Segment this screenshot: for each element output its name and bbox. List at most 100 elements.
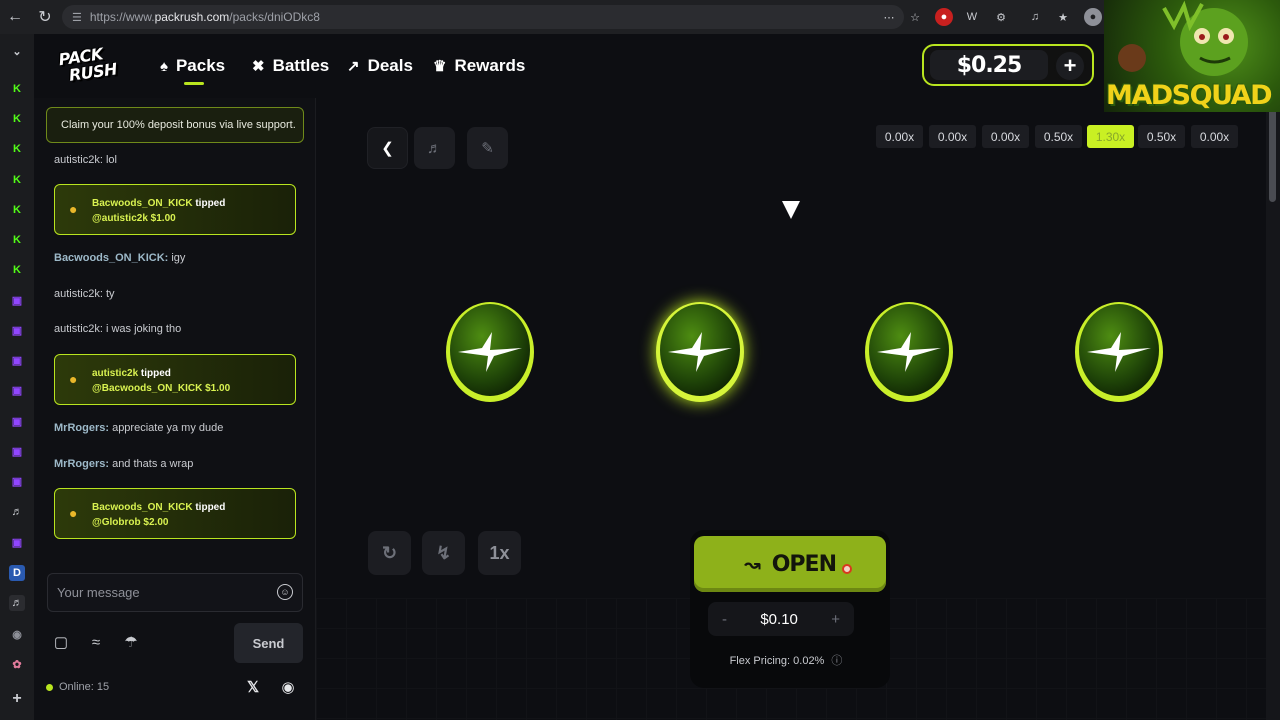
kick-icon[interactable]: K [9, 202, 25, 218]
chat-message: autistic2k: lol [54, 154, 117, 166]
flex-pricing-info: Flex Pricing: 0.02% ⓘ [690, 652, 882, 668]
nav-rewards[interactable]: ♛ Rewards [433, 54, 525, 78]
stream-overlay-logo: MADSQUAD [1104, 0, 1280, 112]
chat-username[interactable]: autistic2k: [54, 154, 103, 166]
x-twitter-icon[interactable]: 𝕏 [243, 677, 263, 697]
tip-verb: tipped [192, 502, 226, 513]
info-icon[interactable]: ⓘ [831, 655, 842, 667]
media-icon[interactable]: ♫ [1026, 8, 1044, 26]
globe-icon[interactable]: ◉ [9, 626, 25, 642]
deposit-button[interactable]: + [1054, 50, 1086, 82]
packrush-logo[interactable]: PACK RUSH [57, 41, 137, 91]
wallet-balance[interactable]: $0.25 [930, 50, 1048, 80]
twitch-icon[interactable]: ▣ [9, 443, 25, 459]
flower-icon[interactable]: ✿ [9, 656, 25, 672]
back-button[interactable]: ❮ [367, 127, 408, 169]
multiplier-chip: 0.00x [876, 125, 923, 148]
swords-icon: ✖ [252, 58, 265, 75]
add-icon[interactable]: + [9, 690, 25, 707]
twitch-icon[interactable]: ▣ [9, 534, 25, 550]
twitch-icon[interactable]: ▣ [9, 413, 25, 429]
tip-amount: $1.00 [147, 213, 176, 224]
umbrella-icon[interactable]: ☂ [121, 632, 141, 652]
chat-message-input[interactable]: Your message ☺ [47, 573, 303, 612]
instagram-icon[interactable]: ◉ [278, 677, 298, 697]
twitch-icon[interactable]: ▣ [9, 322, 25, 338]
fast-mode-lightning-icon[interactable]: ↯ [422, 531, 465, 575]
url-host: packrush.com [154, 10, 230, 24]
multiplier-chip: 0.50x [1035, 125, 1082, 148]
twitch-icon[interactable]: ▣ [9, 292, 25, 308]
chat-username[interactable]: autistic2k: [54, 323, 103, 335]
nav-battles[interactable]: ✖ Battles [252, 54, 329, 78]
kick-icon[interactable]: K [9, 141, 25, 157]
rain-tip-icon[interactable]: ≈ [86, 632, 106, 652]
speaker-icon[interactable]: ♬ [9, 504, 25, 520]
bookmark-star-icon[interactable]: ☆ [906, 8, 924, 26]
kick-icon[interactable]: K [9, 81, 25, 97]
edit-pencil-icon[interactable]: ✎ [467, 127, 508, 169]
top-navigation: PACK RUSH ♠ Packs ✖ Battles ↗ Deals ♛ Re… [34, 34, 1266, 98]
kick-icon[interactable]: K [9, 262, 25, 278]
favorites-icon[interactable]: ★ [1054, 8, 1072, 26]
chat-username[interactable]: MrRogers: [54, 422, 109, 434]
tip-line2: @Globrob $2.00 [92, 517, 168, 528]
lightning-bolt-icon: ↝ [743, 552, 761, 576]
nav-deals[interactable]: ↗ Deals [347, 54, 413, 78]
nav-rewards-label: Rewards [454, 56, 526, 75]
chat-username[interactable]: Bacwoods_ON_KICK: [54, 252, 168, 264]
extension-red-icon[interactable]: ● [935, 8, 953, 26]
quantity-multiplier-button[interactable]: 1x [478, 531, 521, 575]
chat-panel: Claim your 100% deposit bonus via live s… [34, 98, 316, 720]
speaker-icon[interactable]: ♬ [9, 595, 25, 611]
profile-avatar[interactable]: ● [1084, 8, 1102, 26]
tip-from: Bacwoods_ON_KICK [92, 198, 193, 209]
auto-spin-icon[interactable]: ↻ [368, 531, 411, 575]
chat-text: igy [168, 252, 186, 264]
twitch-icon[interactable]: ▣ [9, 473, 25, 489]
spin-pointer-icon [782, 201, 800, 219]
chat-message: MrRogers: and thats a wrap [54, 458, 193, 470]
lightning-coin-icon [861, 296, 957, 404]
kick-icon[interactable]: K [9, 111, 25, 127]
sound-toggle-icon[interactable]: ♬ [414, 127, 455, 169]
kick-icon[interactable]: K [9, 232, 25, 248]
tip-line2: @autistic2k $1.00 [92, 213, 176, 224]
twitch-icon[interactable]: ▣ [9, 352, 25, 368]
tip-verb: tipped [192, 198, 226, 209]
coins-icon: ● [69, 201, 78, 217]
extension-w-icon[interactable]: W [963, 8, 981, 26]
nav-packs[interactable]: ♠ Packs [160, 54, 225, 78]
more-options-icon[interactable]: ⋯ [880, 8, 898, 26]
open-pack-panel: ↝ OPEN - $0.10 + Flex Pricing: 0.02% ⓘ [690, 530, 890, 688]
tip-to: @Bacwoods_ON_KICK [92, 383, 203, 394]
chat-message: MrRogers: appreciate ya my dude [54, 422, 223, 434]
send-button[interactable]: Send [234, 623, 303, 663]
multiplier-chip: 0.50x [1138, 125, 1185, 148]
open-pack-button[interactable]: ↝ OPEN [694, 536, 886, 592]
tip-verb: tipped [138, 368, 171, 379]
price-increase-button[interactable]: + [831, 611, 840, 628]
chat-input-placeholder: Your message [57, 585, 140, 600]
price-value: $0.10 [760, 610, 798, 628]
twitch-icon[interactable]: ▣ [9, 382, 25, 398]
deposit-bonus-banner[interactable]: Claim your 100% deposit bonus via live s… [46, 107, 304, 143]
chevron-down-icon[interactable]: ⌄ [9, 43, 25, 59]
multiplier-chip: 0.00x [1191, 125, 1238, 148]
chat-username[interactable]: autistic2k: [54, 288, 103, 300]
browser-toolbar: ← ↻ ☰ https://www. packrush.com/packs/dni… [0, 0, 1280, 34]
kick-icon[interactable]: K [9, 172, 25, 188]
d-app-icon[interactable]: D [9, 565, 25, 581]
address-bar[interactable]: ☰ https://www. packrush.com/packs/dniODkc… [62, 5, 904, 29]
back-arrow-icon[interactable]: ← [0, 2, 30, 32]
rules-book-icon[interactable]: ▢ [51, 632, 71, 652]
price-stepper: - $0.10 + [708, 602, 854, 636]
tip-amount: $2.00 [140, 517, 169, 528]
chat-username[interactable]: MrRogers: [54, 458, 109, 470]
puzzle-icon[interactable]: ⚙ [992, 8, 1010, 26]
prohibited-cursor-icon [842, 564, 852, 574]
emoji-icon[interactable]: ☺ [277, 584, 293, 600]
online-counter: Online: 15 [46, 681, 109, 693]
reload-icon[interactable]: ↻ [30, 2, 60, 32]
price-decrease-button[interactable]: - [722, 611, 727, 628]
